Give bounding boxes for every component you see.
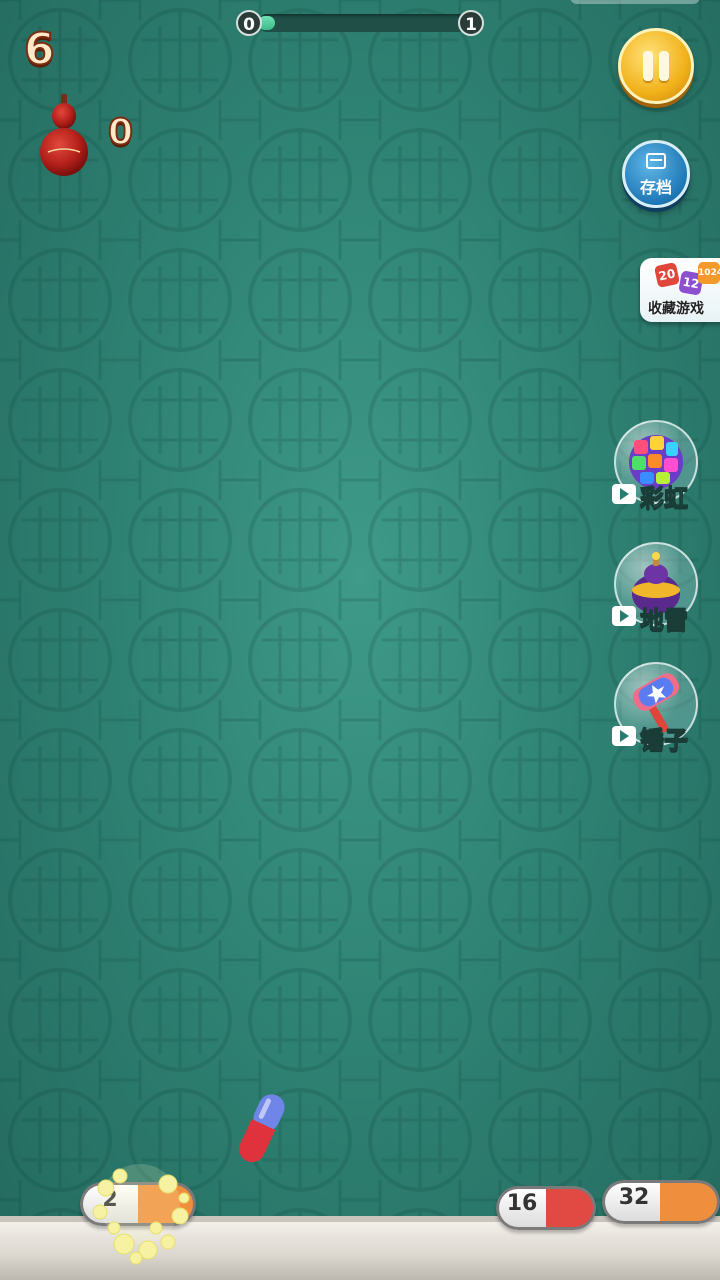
gourd-count: 0 (107, 111, 134, 154)
collect-game-button[interactable]: 20 12 1024 收藏游戏 (640, 258, 720, 322)
top-edge-strip (570, 0, 700, 4)
collect-tile: 20 (653, 261, 681, 289)
collect-game-label: 收藏游戏 (648, 301, 704, 317)
progress-start-label: 0 (236, 10, 262, 36)
video-play-icon (612, 726, 636, 746)
powerup-rainbow-button[interactable]: 彩虹 (612, 420, 720, 520)
tray-capsule-value: 32 (618, 1185, 650, 1210)
tray-capsule-right (660, 1180, 720, 1224)
video-play-icon (612, 606, 636, 626)
video-play-icon (612, 484, 636, 504)
progress-end-label: 1 (458, 10, 484, 36)
pause-icon-bar (659, 51, 669, 81)
tray-capsule-value: 16 (506, 1191, 538, 1216)
merge-bubbles-effect (92, 1164, 190, 1265)
powerup-label: 彩虹 (640, 484, 689, 513)
powerup-label: 地雷 (640, 606, 689, 635)
powerup-hammer-button[interactable]: 锤子 (612, 662, 720, 762)
score-counter: 6 (23, 23, 56, 76)
tray-capsule[interactable]: 32 (602, 1180, 720, 1224)
powerup-label: 锤子 (640, 726, 689, 755)
falling-capsule (239, 1094, 285, 1163)
archive-box-icon (646, 153, 666, 169)
gourd-icon (40, 94, 88, 176)
save-button-label: 存档 (639, 178, 672, 197)
tray-capsule-right (546, 1186, 596, 1230)
pause-icon (643, 51, 653, 81)
level-progress: 0 1 (236, 10, 486, 36)
progress-track (258, 14, 468, 32)
game-stage[interactable]: 6 0 0 1 存档 20 12 1024 收藏游戏 彩虹 地雷 锤子 16 3… (0, 0, 720, 1280)
save-button[interactable]: 存档 (622, 140, 690, 208)
pause-button[interactable] (618, 28, 694, 104)
powerup-mine-button[interactable]: 地雷 (612, 542, 720, 642)
collect-tile: 1024 (698, 262, 720, 284)
tray-capsule[interactable]: 16 (496, 1186, 596, 1230)
